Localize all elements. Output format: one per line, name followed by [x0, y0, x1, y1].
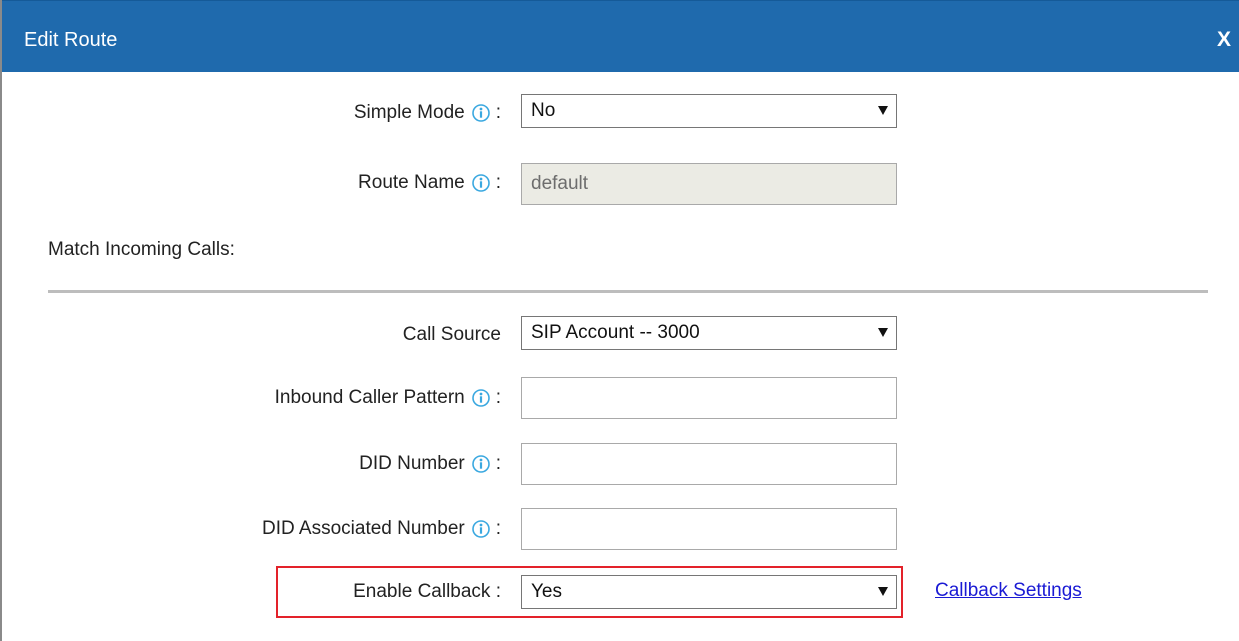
- inbound-caller-pattern-label: Inbound Caller Pattern :: [275, 387, 501, 409]
- did-number-label: DID Number :: [359, 453, 501, 475]
- chevron-down-icon: [878, 587, 888, 596]
- dialog-titlebar: Edit Route X: [2, 0, 1239, 72]
- close-button[interactable]: X: [1217, 29, 1231, 51]
- colon: :: [495, 172, 501, 193]
- dialog-title: Edit Route: [24, 29, 118, 51]
- callback-settings-link[interactable]: Callback Settings: [935, 580, 1082, 602]
- did-number-input[interactable]: [521, 443, 897, 485]
- inbound-caller-pattern-row: Inbound Caller Pattern :: [2, 377, 1239, 419]
- colon: :: [495, 387, 501, 408]
- inbound-caller-pattern-input[interactable]: [521, 377, 897, 419]
- route-name-row: Route Name : default: [2, 163, 1239, 205]
- info-icon[interactable]: [471, 520, 490, 538]
- did-associated-number-row: DID Associated Number :: [2, 508, 1239, 550]
- colon: :: [495, 102, 501, 123]
- route-name-label: Route Name :: [358, 172, 501, 194]
- call-source-value: SIP Account -- 3000: [531, 322, 700, 343]
- simple-mode-label: Simple Mode :: [354, 102, 501, 124]
- simple-mode-select[interactable]: No: [521, 94, 897, 128]
- route-name-label-text: Route Name: [358, 172, 465, 193]
- info-icon[interactable]: [471, 104, 490, 122]
- call-source-row: Call Source SIP Account -- 3000: [2, 316, 1239, 356]
- match-incoming-calls-heading: Match Incoming Calls:: [48, 239, 235, 260]
- did-associated-number-label-text: DID Associated Number: [261, 518, 465, 539]
- simple-mode-value: No: [531, 100, 556, 121]
- chevron-down-icon: [878, 106, 888, 115]
- info-icon[interactable]: [471, 455, 490, 473]
- did-associated-number-label: DID Associated Number :: [262, 518, 501, 540]
- enable-callback-select[interactable]: Yes: [521, 575, 897, 609]
- call-source-label: Call Source: [402, 324, 501, 345]
- info-icon[interactable]: [471, 389, 490, 407]
- did-associated-number-input[interactable]: [521, 508, 897, 550]
- info-icon[interactable]: [471, 174, 490, 192]
- edit-route-dialog: Edit Route X Simple Mode : No Route Name: [0, 0, 1239, 641]
- enable-callback-value: Yes: [531, 581, 562, 602]
- inbound-caller-pattern-label-text: Inbound Caller Pattern: [274, 387, 465, 408]
- colon: :: [495, 518, 501, 539]
- enable-callback-label: Enable Callback :: [353, 581, 501, 602]
- call-source-select[interactable]: SIP Account -- 3000: [521, 316, 897, 350]
- chevron-down-icon: [878, 328, 888, 337]
- did-number-label-text: DID Number: [359, 453, 465, 474]
- section-divider: [48, 290, 1208, 293]
- did-number-row: DID Number :: [2, 443, 1239, 485]
- simple-mode-row: Simple Mode : No: [2, 94, 1239, 134]
- route-name-input[interactable]: default: [521, 163, 897, 205]
- colon: :: [495, 453, 501, 474]
- simple-mode-label-text: Simple Mode: [353, 102, 465, 123]
